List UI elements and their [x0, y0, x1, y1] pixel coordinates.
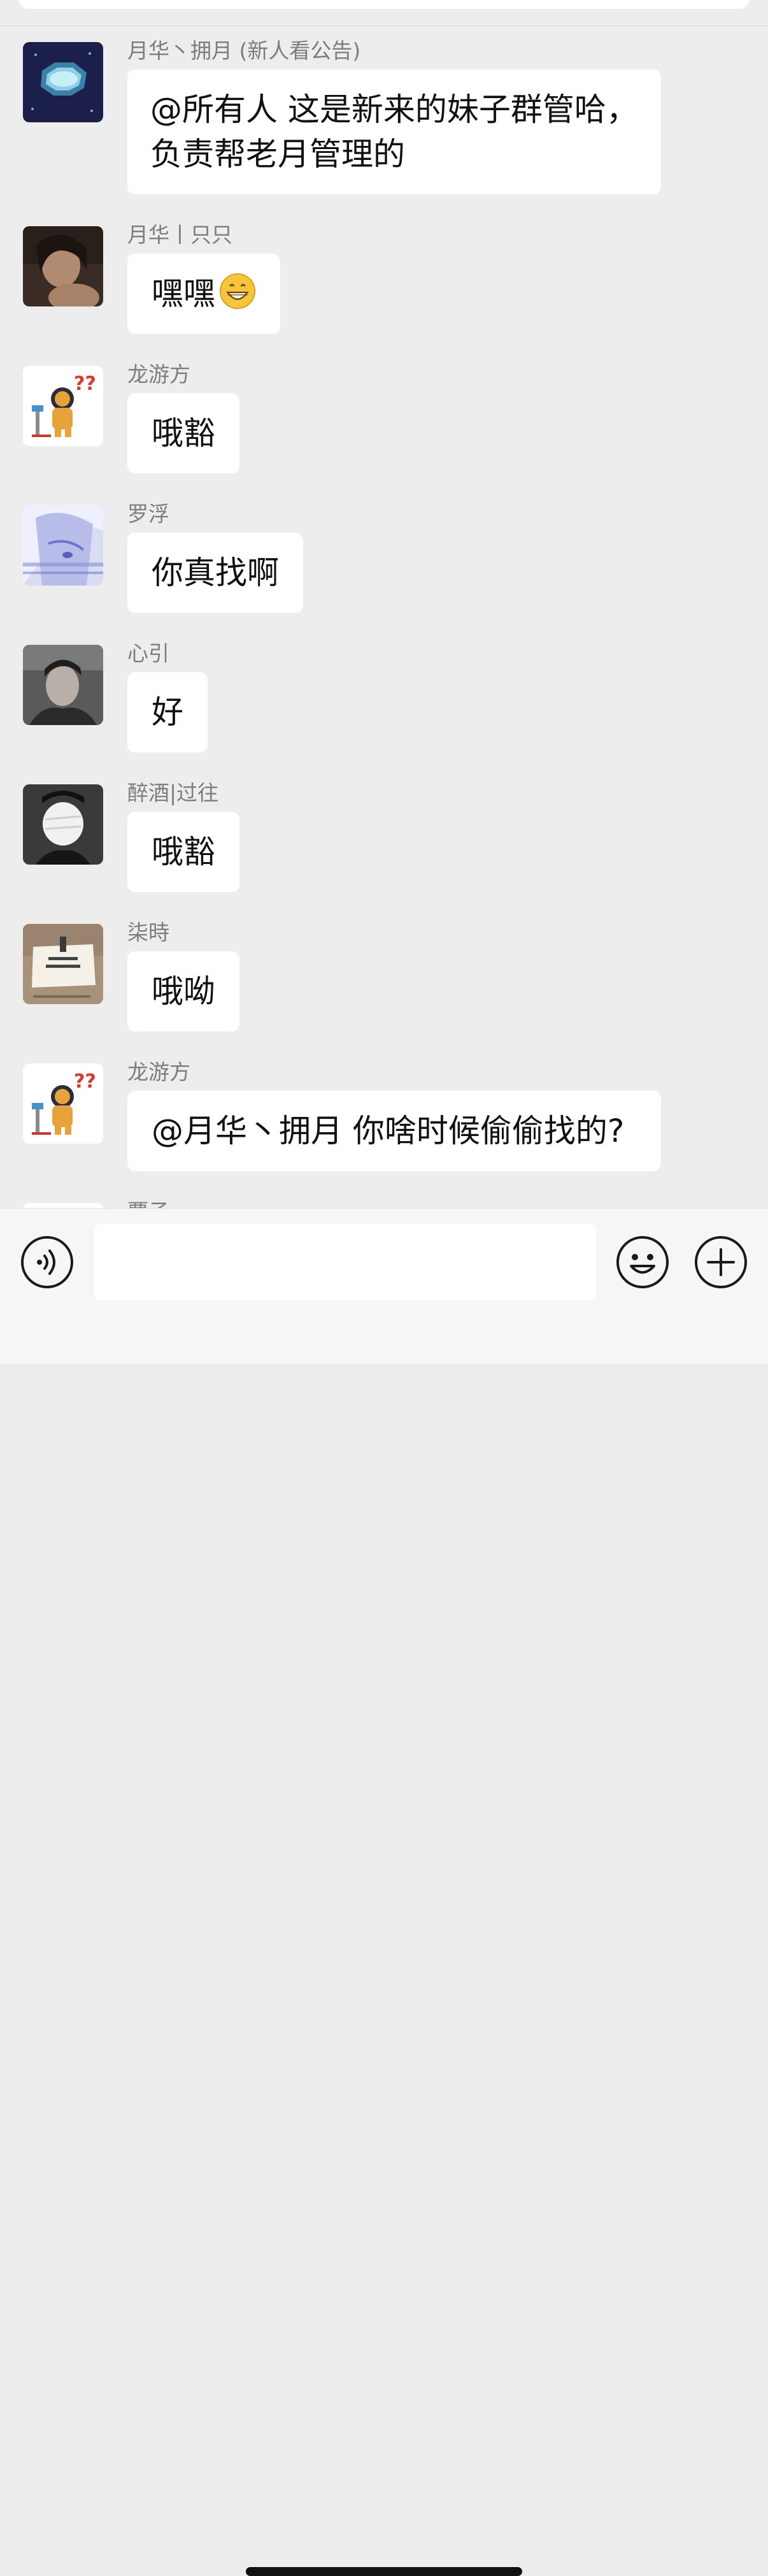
chat-message-list[interactable]: 月华丶拥月 (新人看公告) @所有人 这是新来的妹子群管哈，负责帮老月管理的 月… — [0, 0, 768, 1208]
avatar[interactable] — [23, 1203, 103, 1208]
message-bubble[interactable]: @月华丶拥月 你啥时候偷偷找的? — [127, 1091, 661, 1171]
bandaged-face-avatar-icon — [23, 784, 103, 865]
voice-icon — [21, 1236, 73, 1288]
message-bubble[interactable]: 好 — [127, 672, 208, 752]
more-button[interactable] — [694, 1235, 748, 1289]
avatar[interactable] — [23, 645, 103, 725]
emoji-button[interactable] — [616, 1235, 669, 1289]
home-indicator — [246, 2567, 522, 2576]
sender-name: 龙游方 — [127, 362, 190, 387]
galaxy-gem-avatar-icon — [23, 42, 103, 122]
message-bubble[interactable]: 哦豁 — [127, 812, 239, 892]
emoji-icon — [616, 1236, 669, 1288]
message-bubble[interactable]: 嘿嘿 — [127, 254, 280, 334]
astronaut-avatar-icon: ?? — [23, 366, 103, 446]
message-bubble[interactable]: 你真找啊 — [127, 533, 303, 613]
sender-name: 月华丶拥月 (新人看公告) — [127, 38, 361, 63]
man-photo-avatar-icon — [23, 645, 103, 725]
girl-photo-avatar-icon — [23, 226, 103, 306]
sign-card-avatar-icon — [23, 924, 103, 1004]
avatar[interactable]: ?? — [23, 366, 103, 446]
sender-name: 柒時 — [127, 920, 169, 945]
plus-icon — [695, 1236, 747, 1288]
message-input-bar — [0, 1208, 768, 2576]
svg-text:??: ?? — [74, 373, 96, 395]
avatar[interactable]: ?? — [23, 1063, 103, 1144]
grinning-face-emoji-icon — [219, 273, 256, 310]
avatar[interactable] — [23, 226, 103, 306]
sender-name: 醉酒|过往 — [127, 781, 219, 805]
sender-name: 龙游方 — [127, 1060, 190, 1084]
avatar[interactable] — [23, 42, 103, 122]
avatar[interactable] — [23, 924, 103, 1004]
sender-name: 月华丨只只 — [127, 222, 232, 247]
avatar[interactable] — [23, 505, 103, 586]
message-text: 嘿嘿 — [152, 275, 215, 312]
message-bubble[interactable]: @所有人 这是新来的妹子群管哈，负责帮老月管理的 — [127, 69, 661, 194]
partial-avatar-icon — [23, 1203, 103, 1208]
anime-girl-avatar-icon — [23, 505, 103, 586]
sender-name: 覃子 — [127, 1199, 169, 1208]
astronaut-avatar-icon: ?? — [23, 1063, 103, 1144]
sender-name: 罗浮 — [127, 501, 169, 526]
voice-button[interactable] — [20, 1235, 74, 1289]
message-bubble[interactable]: 哦豁 — [127, 393, 239, 473]
message-text-input[interactable] — [94, 1224, 596, 1300]
svg-text:??: ?? — [74, 1070, 96, 1093]
sender-name: 心引 — [127, 641, 169, 666]
avatar[interactable] — [23, 784, 103, 865]
message-bubble[interactable]: 哦呦 — [127, 951, 239, 1032]
